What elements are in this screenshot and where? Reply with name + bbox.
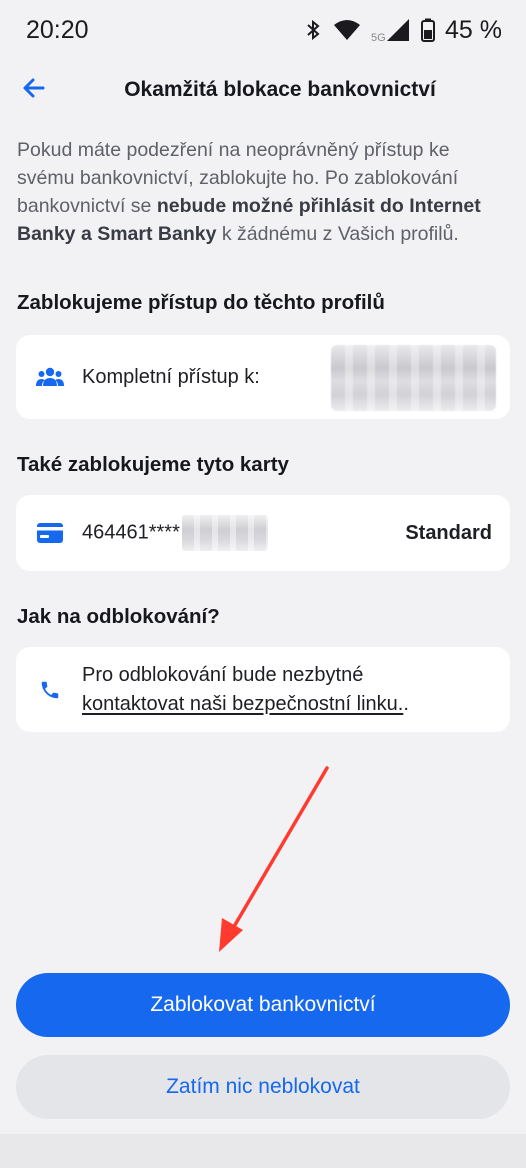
app-header: Okamžitá blokace bankovnictví [0,62,526,120]
redacted-card-digits [181,515,268,551]
unblock-section-title: Jak na odblokování? [17,605,220,628]
redacted-profile-name [331,345,496,411]
users-icon [34,361,66,393]
status-bar: 20:20 5G 45 % [0,0,526,62]
card-number: 464461**** [82,515,268,551]
payment-card-item: 464461**** Standard [16,495,510,571]
page-title: Okamžitá blokace bankovnictví [124,78,436,101]
card-number-text: 464461**** [82,521,180,544]
unblock-text-line1: Pro odblokování bude nezbytné [82,663,364,686]
battery-icon [421,18,436,42]
profile-access-label: Kompletní přístup k: [82,365,260,388]
navigation-bar [0,1134,526,1168]
unblock-text: Pro odblokování bude nezbytné kontaktova… [82,661,409,719]
do-not-block-button[interactable]: Zatím nic neblokovat [16,1055,510,1119]
profiles-section-title: Zablokujeme přístup do těchto profilů [17,291,385,314]
block-banking-button[interactable]: Zablokovat bankovnictví [16,973,510,1037]
unblock-info-card: Pro odblokování bude nezbytné kontaktova… [16,647,510,732]
cellular-icon: 5G [371,17,411,43]
bluetooth-icon [305,19,323,41]
phone-icon [34,674,66,706]
status-icons: 5G 45 % [305,14,502,46]
intro-text-part2: k žádnému z Vašich profilů. [216,223,459,245]
security-line-link[interactable]: kontaktovat naši bezpečnostní linku. [82,693,403,715]
intro-text: Pokud máte podezření na neoprávněný přís… [17,136,507,248]
profile-card: Kompletní přístup k: [16,335,510,419]
unblock-text-end: . [403,692,409,715]
credit-card-icon [34,517,66,549]
svg-text:5G: 5G [371,32,386,43]
battery-percentage: 45 % [445,15,502,44]
wifi-icon [333,19,361,41]
cards-section-title: Také zablokujeme tyto karty [17,453,289,476]
screen: 20:20 5G 45 % Okamžitá blokace bankovnic… [0,0,526,1168]
card-type: Standard [405,521,492,544]
status-time: 20:20 [26,16,89,44]
